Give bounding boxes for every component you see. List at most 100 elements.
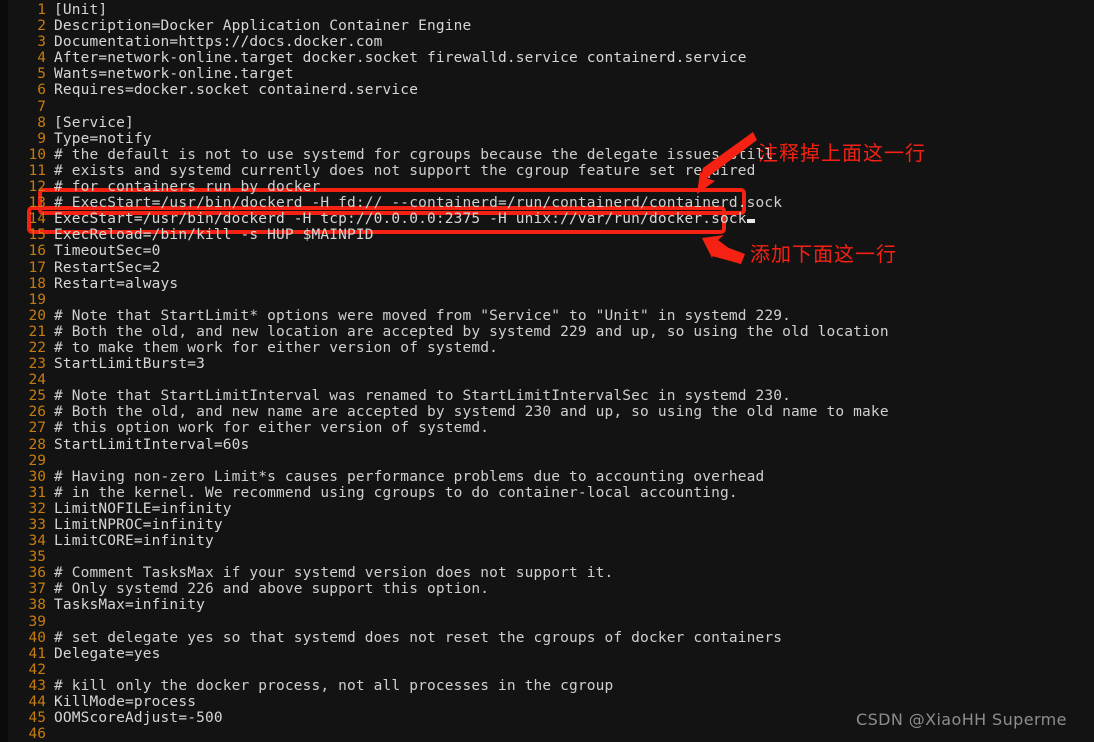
line-content[interactable]: # in the kernel. We recommend using cgro…	[54, 485, 1094, 501]
code-line[interactable]: 30 # Having non-zero Limit*s causes perfo…	[0, 469, 1094, 485]
code-line[interactable]: 1 [Unit]	[0, 2, 1094, 18]
code-line[interactable]: 3 Documentation=https://docs.docker.com	[0, 34, 1094, 50]
code-line[interactable]: 7	[0, 99, 1094, 115]
code-line[interactable]: 29	[0, 453, 1094, 469]
line-number: 9	[37, 130, 46, 147]
code-line[interactable]: 15 ExecReload=/bin/kill -s HUP $MAINPID	[0, 227, 1094, 243]
code-line[interactable]: 32 LimitNOFILE=infinity	[0, 501, 1094, 517]
code-line[interactable]: 35	[0, 549, 1094, 565]
line-number: 7	[37, 98, 46, 115]
line-content[interactable]: # set delegate yes so that systemd does …	[54, 630, 1094, 646]
code-line[interactable]: 4 After=network-online.target docker.sock…	[0, 50, 1094, 66]
code-line[interactable]: 10 # the default is not to use systemd fo…	[0, 147, 1094, 163]
line-content[interactable]: StartLimitInterval=60s	[54, 437, 1094, 453]
watermark-text: CSDN @XiaoHH Superme	[856, 710, 1067, 729]
line-content[interactable]: # Both the old, and new location are acc…	[54, 324, 1094, 340]
code-line[interactable]: 37 # Only systemd 226 and above support t…	[0, 581, 1094, 597]
line-content[interactable]: # Comment TasksMax if your systemd versi…	[54, 565, 1094, 581]
code-line[interactable]: 36 # Comment TasksMax if your systemd ver…	[0, 565, 1094, 581]
line-content[interactable]: Description=Docker Application Container…	[54, 18, 1094, 34]
line-content[interactable]: Requires=docker.socket containerd.servic…	[54, 82, 1094, 98]
code-line[interactable]: 8 [Service]	[0, 115, 1094, 131]
code-line[interactable]: 11 # exists and systemd currently does no…	[0, 163, 1094, 179]
line-content[interactable]: # Both the old, and new name are accepte…	[54, 404, 1094, 420]
code-line[interactable]: 39	[0, 614, 1094, 630]
line-number: 15	[28, 227, 46, 244]
line-number: 25	[28, 388, 46, 405]
line-content[interactable]: # Having non-zero Limit*s causes perform…	[54, 469, 1094, 485]
line-number: 19	[28, 291, 46, 308]
line-content[interactable]: StartLimitBurst=3	[54, 356, 1094, 372]
code-line[interactable]: 5 Wants=network-online.target	[0, 66, 1094, 82]
line-content[interactable]: LimitNPROC=infinity	[54, 517, 1094, 533]
code-line[interactable]: 20 # Note that StartLimit* options were m…	[0, 308, 1094, 324]
line-content[interactable]: TasksMax=infinity	[54, 597, 1094, 613]
line-number: 13	[28, 195, 46, 212]
code-line[interactable]: 12 # for containers run by docker	[0, 179, 1094, 195]
line-content[interactable]: After=network-online.target docker.socke…	[54, 50, 1094, 66]
code-line[interactable]: 25 # Note that StartLimitInterval was ren…	[0, 388, 1094, 404]
line-content[interactable]: # ExecStart=/usr/bin/dockerd -H fd:// --…	[54, 195, 1094, 211]
code-line[interactable]: 22 # to make them work for either version…	[0, 340, 1094, 356]
line-content[interactable]: [Service]	[54, 115, 1094, 131]
code-line[interactable]: 26 # Both the old, and new name are accep…	[0, 404, 1094, 420]
line-content[interactable]: LimitNOFILE=infinity	[54, 501, 1094, 517]
code-editor[interactable]: 1 [Unit] 2 Description=Docker Application C…	[0, 0, 1094, 742]
line-number: 5	[37, 66, 46, 83]
line-content[interactable]: # Only systemd 226 and above support thi…	[54, 581, 1094, 597]
terminal-editor-screenshot: 1 [Unit] 2 Description=Docker Application C…	[0, 0, 1094, 742]
code-line[interactable]: 31 # in the kernel. We recommend using cg…	[0, 485, 1094, 501]
line-number: 10	[28, 146, 46, 163]
code-line[interactable]: 27 # this option work for either version …	[0, 420, 1094, 436]
line-content[interactable]: Wants=network-online.target	[54, 66, 1094, 82]
line-content[interactable]: KillMode=process	[54, 694, 1094, 710]
code-line[interactable]: 33 LimitNPROC=infinity	[0, 517, 1094, 533]
code-line[interactable]: 18 Restart=always	[0, 276, 1094, 292]
code-line[interactable]: 44 KillMode=process	[0, 694, 1094, 710]
code-line[interactable]: 34 LimitCORE=infinity	[0, 533, 1094, 549]
line-number: 37	[28, 581, 46, 598]
line-number: 34	[28, 533, 46, 550]
line-content[interactable]: # exists and systemd currently does not …	[54, 163, 1094, 179]
code-line[interactable]: 17 RestartSec=2	[0, 260, 1094, 276]
code-line[interactable]: 24	[0, 372, 1094, 388]
line-content[interactable]: RestartSec=2	[54, 260, 1094, 276]
code-line[interactable]: 2 Description=Docker Application Containe…	[0, 18, 1094, 34]
line-content[interactable]: # to make them work for either version o…	[54, 340, 1094, 356]
line-number: 26	[28, 404, 46, 421]
line-number: 41	[28, 645, 46, 662]
line-content[interactable]: # the default is not to use systemd for …	[54, 147, 1094, 163]
code-line[interactable]: 19	[0, 292, 1094, 308]
code-line[interactable]: 9 Type=notify	[0, 131, 1094, 147]
code-line[interactable]: 41 Delegate=yes	[0, 646, 1094, 662]
line-content[interactable]: # for containers run by docker	[54, 179, 1094, 195]
line-content[interactable]: ExecStart=/usr/bin/dockerd -H tcp://0.0.…	[54, 211, 1094, 227]
line-number: 24	[28, 372, 46, 389]
line-content[interactable]: ExecReload=/bin/kill -s HUP $MAINPID	[54, 227, 1094, 243]
line-content[interactable]: [Unit]	[54, 2, 1094, 18]
code-line[interactable]: 43 # kill only the docker process, not al…	[0, 678, 1094, 694]
code-line[interactable]: 16 TimeoutSec=0	[0, 243, 1094, 259]
line-content[interactable]: Restart=always	[54, 276, 1094, 292]
code-line[interactable]: 14 ExecStart=/usr/bin/dockerd -H tcp://0.…	[0, 211, 1094, 227]
line-content[interactable]: Documentation=https://docs.docker.com	[54, 34, 1094, 50]
line-content[interactable]: # this option work for either version of…	[54, 420, 1094, 436]
code-line[interactable]: 42	[0, 662, 1094, 678]
line-content[interactable]: LimitCORE=infinity	[54, 533, 1094, 549]
code-line[interactable]: 23 StartLimitBurst=3	[0, 356, 1094, 372]
text-cursor	[746, 219, 755, 224]
line-content[interactable]: # Note that StartLimit* options were mov…	[54, 308, 1094, 324]
code-line[interactable]: 38 TasksMax=infinity	[0, 597, 1094, 613]
code-line[interactable]: 13 # ExecStart=/usr/bin/dockerd -H fd:// …	[0, 195, 1094, 211]
line-content[interactable]: TimeoutSec=0	[54, 243, 1094, 259]
line-content[interactable]: Type=notify	[54, 131, 1094, 147]
line-number: 36	[28, 565, 46, 582]
code-line[interactable]: 21 # Both the old, and new location are a…	[0, 324, 1094, 340]
line-content[interactable]: # kill only the docker process, not all …	[54, 678, 1094, 694]
line-content[interactable]: # Note that StartLimitInterval was renam…	[54, 388, 1094, 404]
code-line[interactable]: 40 # set delegate yes so that systemd doe…	[0, 630, 1094, 646]
line-number: 21	[28, 323, 46, 340]
code-line[interactable]: 6 Requires=docker.socket containerd.servi…	[0, 82, 1094, 98]
code-line[interactable]: 28 StartLimitInterval=60s	[0, 437, 1094, 453]
line-content[interactable]: Delegate=yes	[54, 646, 1094, 662]
